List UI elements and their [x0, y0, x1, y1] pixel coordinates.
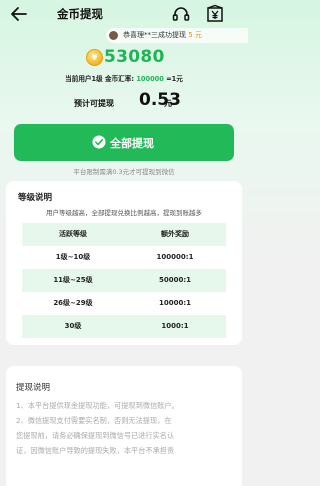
reward-cell: 10000:1: [158, 299, 192, 307]
table-row: 26级~29级 10000:1: [22, 292, 226, 315]
page-title: 金币提现: [57, 7, 103, 21]
withdraw-rules-card: 提现说明 1、本平台提供现金提现功能，可提现到微信账户。 2、微信提现支付需要实…: [6, 366, 242, 486]
rules-line: 2、微信提现支付需要实名制，否则无法提现，在: [16, 416, 172, 425]
withdraw-all-button[interactable]: 全部提现: [14, 124, 234, 161]
rules-title: 提现说明: [16, 383, 51, 393]
wallet-yen-icon: [207, 4, 223, 22]
ticker-amount: 5 元: [188, 31, 202, 39]
top-bar: 金币提现: [0, 0, 248, 28]
reward-cell: 100000:1: [156, 253, 194, 261]
rate-prefix: 当前用户1级 金币汇率:: [65, 75, 135, 83]
withdrawable-amount: 预计可提现 0.53 元: [0, 90, 248, 112]
level-info-title: 等级说明: [18, 193, 53, 203]
rate-suffix: =1元: [166, 75, 183, 83]
level-info-card: 等级说明 用户等级越高，全部提现兑换比例越高，提现到账越多 活跃等级 额外奖励 …: [6, 181, 242, 345]
back-arrow-icon: [11, 7, 27, 21]
level-cell: 30级: [64, 322, 82, 330]
table-header: 活跃等级 额外奖励: [22, 223, 226, 246]
withdraw-ticker: 恭喜理**三成功提现 5 元: [106, 28, 248, 43]
level-cell: 26级~29级: [53, 299, 93, 307]
withdrawable-value: 0.53: [139, 90, 181, 110]
coin-icon: ¥: [86, 49, 103, 66]
rate-value: 100000: [136, 75, 164, 83]
column-header-level: 活跃等级: [59, 230, 87, 238]
withdraw-all-label: 全部提现: [110, 137, 154, 150]
ticker-text: 恭喜理**三成功提现: [123, 31, 186, 39]
level-cell: 11级~25级: [53, 276, 93, 284]
table-row: 30级 1000:1: [22, 315, 226, 338]
avatar: [108, 30, 119, 41]
withdraw-record-button[interactable]: [205, 4, 225, 24]
rules-line: 1、本平台提供现金提现功能，可提现到微信账户。: [16, 401, 179, 410]
customer-service-button[interactable]: [171, 4, 191, 24]
back-button[interactable]: [8, 4, 30, 24]
column-header-reward: 额外奖励: [161, 230, 189, 238]
limit-note: 平台限制需满0.3元才可提现到微信: [73, 168, 175, 176]
level-info-subtitle: 用户等级越高，全部提现兑换比例越高，提现到账越多: [46, 209, 202, 217]
reward-cell: 50000:1: [158, 276, 192, 284]
table-row: 1级~10级 100000:1: [22, 246, 226, 269]
reward-cell: 1000:1: [161, 322, 189, 330]
headset-icon: [172, 7, 190, 21]
withdrawable-unit: 元: [164, 99, 172, 108]
rules-line: 证，因微信账户导致的提现失败，本平台不承担责: [16, 446, 175, 455]
coin-balance: ¥ 53080: [0, 46, 248, 70]
withdrawable-label: 预计可提现: [74, 99, 114, 108]
table-row: 11级~25级 50000:1: [22, 269, 226, 292]
level-table: 活跃等级 额外奖励 1级~10级 100000:1 11级~25级 50000:…: [22, 223, 226, 338]
rules-line: 您提现前，请务必确保提现到微信号已进行实名认: [16, 431, 175, 440]
coin-amount: 53080: [104, 47, 165, 67]
check-circle-icon: [92, 135, 106, 149]
exchange-rate: 当前用户1级 金币汇率: 100000 =1元: [0, 73, 248, 83]
rules-body: 1、本平台提供现金提现功能，可提现到微信账户。 2、微信提现支付需要实名制，否则…: [16, 398, 234, 458]
level-cell: 1级~10级: [55, 253, 91, 261]
